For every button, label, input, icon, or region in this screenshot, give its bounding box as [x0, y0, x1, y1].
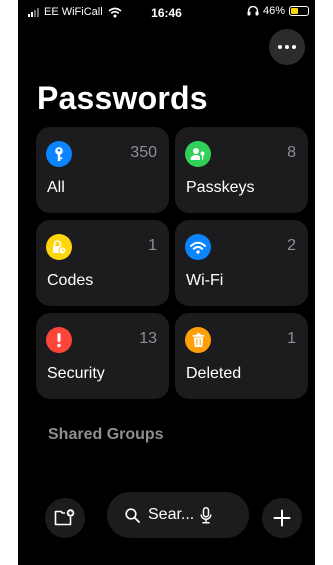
search-placeholder: Sear...: [148, 506, 195, 523]
person-key-icon: [185, 141, 211, 167]
battery-percent: 46%: [262, 5, 285, 17]
category-label: All: [47, 179, 65, 196]
lock-clock-icon: [46, 234, 72, 260]
wifi-icon: [185, 234, 211, 260]
new-group-button[interactable]: [45, 498, 85, 538]
category-passkeys-tile[interactable]: 8 Passkeys: [175, 127, 308, 213]
plus-icon: [273, 509, 291, 527]
status-bar: EE WiFiCall 16:46 46%: [18, 0, 315, 24]
folder-plus-icon: [54, 509, 75, 526]
category-count: 1: [287, 330, 296, 347]
add-password-button[interactable]: [262, 498, 302, 538]
category-count: 13: [139, 330, 157, 347]
more-options-button[interactable]: [269, 29, 305, 65]
search-icon: [125, 507, 140, 523]
exclamation-icon: [46, 327, 72, 353]
trash-icon: [185, 327, 211, 353]
category-label: Passkeys: [186, 179, 255, 196]
category-count: 8: [287, 144, 296, 161]
category-label: Codes: [47, 272, 94, 289]
category-label: Wi-Fi: [186, 272, 224, 289]
status-right: 46%: [247, 5, 309, 17]
category-deleted-tile[interactable]: 1 Deleted: [175, 313, 308, 399]
category-codes-tile[interactable]: 1 Codes: [36, 220, 169, 306]
category-label: Deleted: [186, 365, 242, 382]
shared-groups-heading: Shared Groups: [48, 426, 164, 443]
battery-icon: [289, 6, 309, 16]
bottom-toolbar: Sear...: [18, 492, 315, 542]
passwords-app-screen: EE WiFiCall 16:46 46% Passwords 350 All …: [18, 0, 315, 565]
page-title: Passwords: [37, 80, 208, 116]
ellipsis-icon: [278, 45, 282, 49]
headphones-icon: [247, 6, 259, 16]
category-count: 350: [130, 144, 157, 161]
key-icon: [46, 141, 72, 167]
category-count: 1: [148, 237, 157, 254]
category-grid: 350 All 8 Passkeys 1 Codes 2 Wi-Fi 13 Se…: [36, 127, 308, 399]
microphone-icon[interactable]: [200, 506, 212, 524]
category-wifi-tile[interactable]: 2 Wi-Fi: [175, 220, 308, 306]
search-field[interactable]: Sear...: [107, 492, 249, 538]
category-all-tile[interactable]: 350 All: [36, 127, 169, 213]
category-label: Security: [47, 365, 105, 382]
category-count: 2: [287, 237, 296, 254]
category-security-tile[interactable]: 13 Security: [36, 313, 169, 399]
